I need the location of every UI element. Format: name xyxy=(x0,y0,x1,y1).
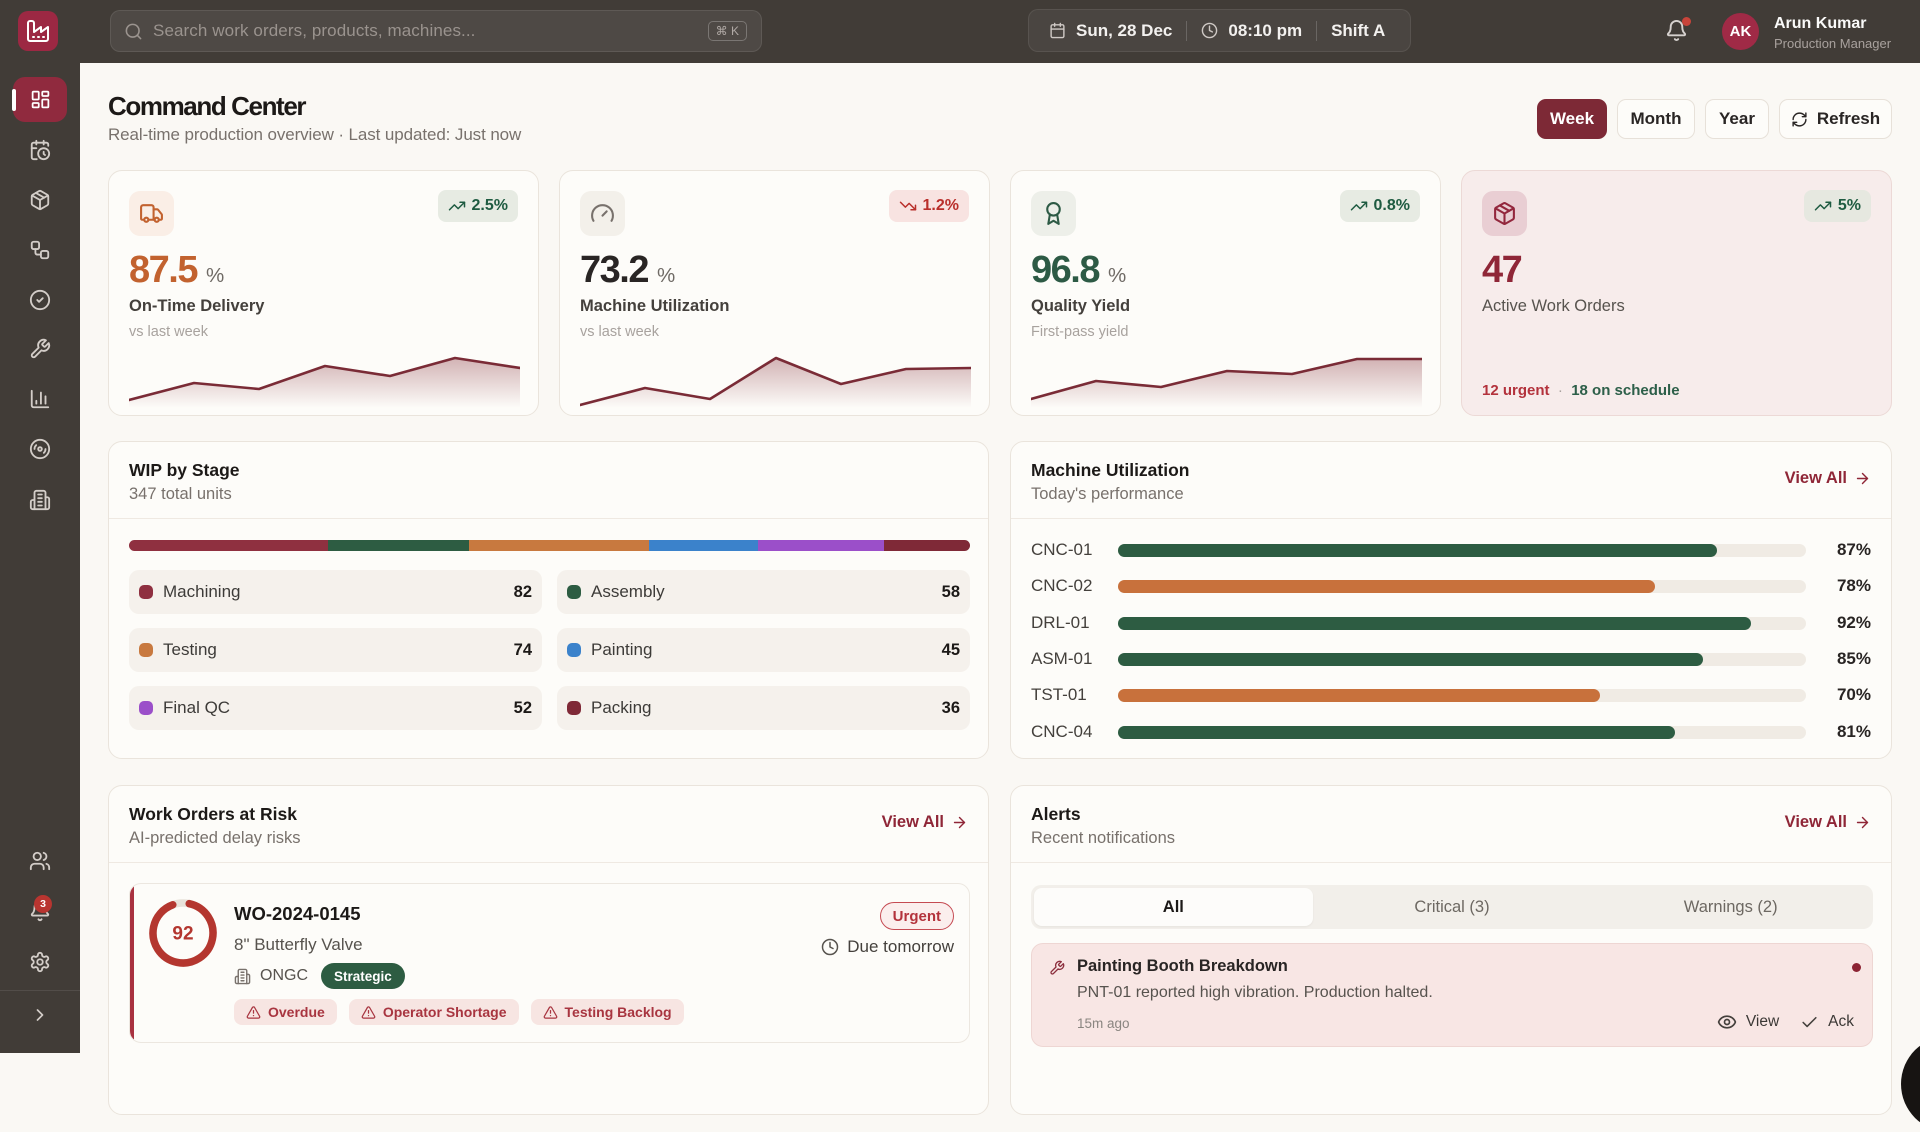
svg-text:92: 92 xyxy=(172,924,193,945)
